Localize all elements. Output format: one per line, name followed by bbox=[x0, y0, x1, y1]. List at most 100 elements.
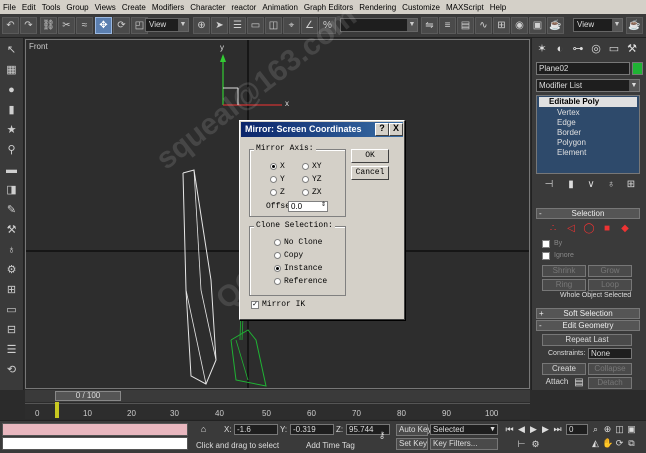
stack-element[interactable]: Element bbox=[557, 148, 586, 158]
menu-edit[interactable]: Edit bbox=[19, 3, 39, 12]
mirror-icon[interactable]: ⇋ bbox=[421, 17, 438, 34]
zoom-extents-all-icon[interactable]: ▣ bbox=[626, 424, 637, 435]
previous-frame-icon[interactable]: ◀ bbox=[516, 424, 527, 435]
set-key-button[interactable]: Set Key bbox=[396, 438, 428, 450]
menu-reactor[interactable]: reactor bbox=[228, 3, 259, 12]
menu-help[interactable]: Help bbox=[487, 3, 509, 12]
maxscript-listener-input[interactable] bbox=[2, 437, 188, 450]
modify-tab-icon[interactable]: ◐ bbox=[553, 42, 567, 56]
rotate-icon[interactable]: ⟲ bbox=[3, 362, 20, 379]
ok-button[interactable]: OK bbox=[351, 149, 389, 163]
curve-editor-icon[interactable]: ∿ bbox=[475, 17, 492, 34]
go-to-start-icon[interactable]: ⏮ bbox=[504, 424, 515, 435]
lock-selection-icon[interactable]: ⌂ bbox=[198, 424, 209, 435]
hierarchy-icon[interactable]: ♁ bbox=[3, 242, 20, 259]
motion-tab-icon[interactable]: ◎ bbox=[589, 42, 603, 56]
select-object-icon[interactable]: ➤ bbox=[211, 17, 228, 34]
rectangle-selection-icon[interactable]: ▭ bbox=[247, 17, 264, 34]
object-color-swatch[interactable] bbox=[632, 62, 643, 75]
y-coordinate-field[interactable]: -0.319 bbox=[290, 424, 334, 435]
collapse-button[interactable]: Collapse bbox=[588, 363, 632, 375]
render-last-icon[interactable]: ☕ bbox=[626, 17, 643, 34]
menu-tools[interactable]: Tools bbox=[39, 3, 64, 12]
axis-x-radio[interactable] bbox=[270, 163, 277, 170]
key-icon[interactable]: ⚷ bbox=[374, 430, 390, 441]
menu-animation[interactable]: Animation bbox=[259, 3, 301, 12]
detach-button[interactable]: Detach bbox=[588, 377, 632, 389]
maxscript-listener-output[interactable] bbox=[2, 423, 188, 436]
next-frame-icon[interactable]: ▶ bbox=[540, 424, 551, 435]
menu-customize[interactable]: Customize bbox=[399, 3, 443, 12]
track-bar[interactable]: 0 10 20 30 40 50 60 70 80 90 100 bbox=[25, 403, 530, 419]
border-select-icon[interactable]: ◯ bbox=[582, 222, 596, 236]
no-clone-radio[interactable] bbox=[274, 239, 281, 246]
wrench-icon[interactable]: ✎ bbox=[3, 202, 20, 219]
mirror-ik-checkbox[interactable]: ✓ bbox=[251, 301, 259, 309]
maximize-viewport-icon[interactable]: ⧉ bbox=[626, 438, 637, 449]
key-filters-button[interactable]: Key Filters... bbox=[430, 438, 498, 450]
offset-spinner[interactable]: 0.0 ⇕ bbox=[288, 201, 328, 212]
layers-icon[interactable]: ☰ bbox=[3, 342, 20, 359]
x-coordinate-field[interactable]: -1.6 bbox=[234, 424, 278, 435]
bone-icon[interactable]: ⚲ bbox=[3, 142, 20, 159]
menu-file[interactable]: File bbox=[0, 3, 19, 12]
add-time-tag[interactable]: Add Time Tag bbox=[306, 441, 355, 450]
ring-button[interactable]: Ring bbox=[542, 279, 586, 291]
redo-icon[interactable]: ↷ bbox=[20, 17, 37, 34]
axis-yz-radio[interactable] bbox=[302, 176, 309, 183]
box-icon[interactable]: ▦ bbox=[3, 62, 20, 79]
select-link-icon[interactable]: ⛓ bbox=[40, 17, 57, 34]
show-end-result-icon[interactable]: ▮ bbox=[564, 178, 578, 192]
stack-polygon[interactable]: Polygon bbox=[557, 138, 586, 148]
render-scene-icon[interactable]: ▣ bbox=[529, 17, 546, 34]
vertex-select-icon[interactable]: ∴ bbox=[546, 222, 560, 236]
constraints-dropdown[interactable]: None bbox=[588, 348, 632, 359]
axis-xy-radio[interactable] bbox=[302, 163, 309, 170]
repeat-last-button[interactable]: Repeat Last bbox=[542, 334, 632, 346]
by-vertex-checkbox[interactable] bbox=[542, 240, 550, 248]
stack-border[interactable]: Border bbox=[557, 128, 581, 138]
zoom-icon[interactable]: ⌕ bbox=[590, 424, 601, 435]
polygon-select-icon[interactable]: ■ bbox=[600, 222, 614, 236]
copy-radio[interactable] bbox=[274, 252, 281, 259]
time-slider[interactable]: 0 / 100 bbox=[25, 390, 530, 402]
close-button[interactable]: X bbox=[389, 123, 403, 136]
light-icon[interactable]: ▬ bbox=[3, 162, 20, 179]
attach-button[interactable]: Attach bbox=[542, 377, 572, 389]
cancel-button[interactable]: Cancel bbox=[351, 166, 389, 180]
gear-icon[interactable]: ⚙ bbox=[3, 262, 20, 279]
unlink-icon[interactable]: ✂ bbox=[58, 17, 75, 34]
go-to-end-icon[interactable]: ⏭ bbox=[552, 424, 563, 435]
quick-render-icon[interactable]: ☕ bbox=[547, 17, 564, 34]
create-button[interactable]: Create bbox=[542, 363, 586, 375]
bind-space-warp-icon[interactable]: ≈ bbox=[76, 17, 93, 34]
sphere-icon[interactable]: ● bbox=[3, 82, 20, 99]
key-mode-icon[interactable]: ⊢ bbox=[516, 439, 527, 450]
soft-selection-rollout[interactable]: + Soft Selection bbox=[536, 308, 640, 319]
arc-rotate-icon[interactable]: ⟳ bbox=[614, 438, 625, 449]
selection-set-dropdown[interactable]: Selected ▼ bbox=[430, 424, 498, 435]
tool-icon[interactable]: ⚒ bbox=[3, 222, 20, 239]
current-frame-marker[interactable] bbox=[55, 402, 59, 418]
render-type-dropdown[interactable]: View ▼ bbox=[573, 18, 623, 32]
attach-list-icon[interactable]: ▤ bbox=[572, 376, 586, 390]
menu-views[interactable]: Views bbox=[92, 3, 119, 12]
material-editor-icon[interactable]: ◉ bbox=[511, 17, 528, 34]
reference-radio[interactable] bbox=[274, 278, 281, 285]
axis-z-radio[interactable] bbox=[270, 189, 277, 196]
create-tab-icon[interactable]: ✶ bbox=[535, 42, 549, 56]
zoom-all-icon[interactable]: ⊕ bbox=[602, 424, 613, 435]
camera-icon[interactable]: ◨ bbox=[3, 182, 20, 199]
select-move-icon[interactable]: ✥ bbox=[95, 17, 112, 34]
axis-y-radio[interactable] bbox=[270, 176, 277, 183]
auto-key-button[interactable]: Auto Key bbox=[396, 424, 431, 436]
align-icon[interactable]: ≡ bbox=[439, 17, 456, 34]
select-rotate-icon[interactable]: ⟳ bbox=[113, 17, 130, 34]
window-crossing-icon[interactable]: ◫ bbox=[265, 17, 282, 34]
menu-character[interactable]: Character bbox=[187, 3, 228, 12]
grid-icon[interactable]: ⊞ bbox=[3, 282, 20, 299]
stack-edge[interactable]: Edge bbox=[557, 118, 576, 128]
remove-modifier-icon[interactable]: ♁ bbox=[604, 178, 618, 192]
pointer-icon[interactable]: ↖ bbox=[3, 42, 20, 59]
axis-zx-radio[interactable] bbox=[302, 189, 309, 196]
